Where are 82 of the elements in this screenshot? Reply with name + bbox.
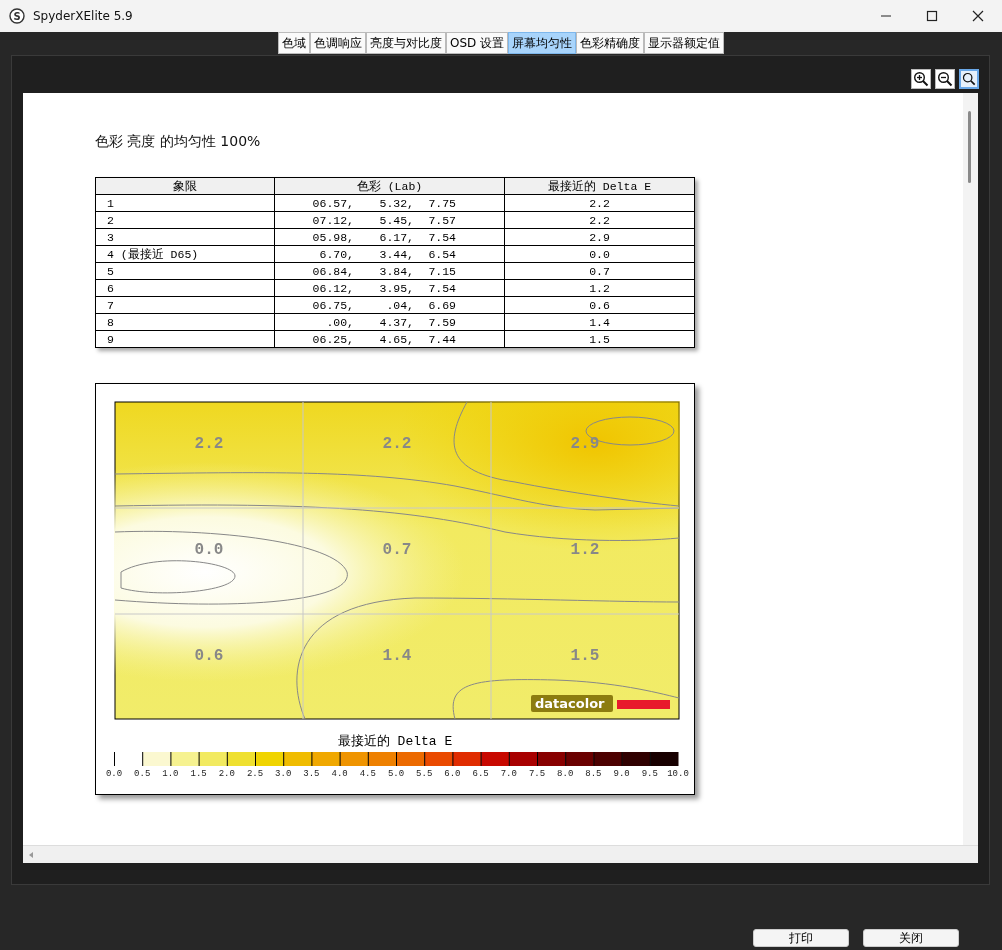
table-cell: 0.7: [504, 262, 695, 280]
zoom-fit-button[interactable]: [959, 69, 979, 89]
table-cell: 06.75, .04, 6.69: [274, 296, 505, 314]
table-cell: 0.6: [504, 296, 695, 314]
table-cell: .00, 4.37, 7.59: [274, 313, 505, 331]
column-header: 象限: [95, 177, 275, 195]
scale-label: 7.5: [528, 769, 546, 779]
zoom-out-button[interactable]: [935, 69, 955, 89]
cell-value: 0.7: [382, 541, 412, 559]
table-cell: 7: [95, 296, 275, 314]
tab[interactable]: OSD 设置: [445, 32, 509, 54]
column-header: 最接近的 Delta E: [504, 177, 695, 195]
cell-value: 1.5: [570, 647, 600, 665]
table-cell: 6.70, 3.44, 6.54: [274, 245, 505, 263]
logo: datacolor: [531, 695, 613, 712]
table-cell: 0.0: [504, 245, 695, 263]
scale-label: 1.0: [162, 769, 179, 779]
table-cell: 2.2: [504, 211, 695, 229]
table-cell: 06.57, 5.32, 7.75: [274, 194, 505, 212]
scale-label: 4.5: [359, 769, 376, 779]
legend-title: 最接近的 Delta E: [336, 733, 454, 750]
report-heading: 色彩 亮度 的均匀性 100%: [95, 133, 262, 151]
dialog-button[interactable]: 关闭: [863, 928, 959, 947]
horizontal-scrollbar[interactable]: [23, 845, 978, 863]
scale-label: 2.0: [218, 769, 235, 779]
table-cell: 2: [95, 211, 275, 229]
tab[interactable]: 亮度与对比度: [365, 32, 446, 54]
scale-label: 1.5: [190, 769, 207, 779]
table-cell: 07.12, 5.45, 7.57: [274, 211, 505, 229]
scale-label: 5.5: [416, 769, 433, 779]
scale-label: 3.0: [275, 769, 292, 779]
table-cell: 6: [95, 279, 275, 297]
table-cell: 8: [95, 313, 275, 331]
table-cell: 4 (最接近 D65): [95, 245, 275, 263]
scale-label: 9.5: [641, 769, 658, 779]
table-cell: 1.5: [504, 330, 695, 348]
table-cell: 1.4: [504, 313, 695, 331]
table-cell: 05.98, 6.17, 7.54: [274, 228, 505, 246]
scale-label: 8.5: [585, 769, 602, 779]
scale-label: 3.5: [303, 769, 320, 779]
cell-value: 2.9: [570, 435, 600, 453]
table-cell: 1: [95, 194, 275, 212]
table-cell: 2.9: [504, 228, 695, 246]
scale-label: 6.5: [472, 769, 489, 779]
table-cell: 06.84, 3.84, 7.15: [274, 262, 505, 280]
window-title: SpyderXElite 5.9: [33, 9, 133, 23]
cell-value: 1.2: [570, 541, 600, 559]
close-icon[interactable]: [972, 10, 984, 22]
scale-label: 5.0: [387, 769, 405, 779]
tab[interactable]: 屏幕均匀性: [508, 32, 577, 54]
tab[interactable]: 显示器额定值: [644, 32, 725, 54]
scale-label: 2.5: [246, 769, 264, 779]
app-logo-icon: S: [9, 8, 25, 24]
scale-label: 4.0: [331, 769, 348, 779]
cell-value: 1.4: [382, 647, 412, 665]
maximize-icon[interactable]: [926, 10, 938, 22]
table-cell: 5: [95, 262, 275, 280]
table-cell: 1.2: [504, 279, 695, 297]
scale-label: 6.0: [444, 769, 461, 779]
tab[interactable]: 色彩精确度: [576, 32, 645, 54]
logo-bar: [617, 700, 670, 709]
cell-value: 0.0: [194, 541, 224, 559]
cell-value: 2.2: [194, 435, 224, 453]
scale-label: 10.0: [667, 769, 689, 779]
tab[interactable]: 色域: [277, 32, 310, 54]
tab[interactable]: 色调响应: [309, 32, 366, 54]
scale-label: 9.0: [613, 769, 630, 779]
cell-value: 0.6: [194, 647, 224, 665]
table-cell: 9: [95, 330, 275, 348]
cell-value: 2.2: [382, 435, 412, 453]
table-cell: 06.25, 4.65, 7.44: [274, 330, 505, 348]
zoom-in-button[interactable]: [911, 69, 931, 89]
scale-label: 0.0: [105, 769, 123, 779]
vertical-scrollbar[interactable]: [963, 93, 978, 845]
dialog-button[interactable]: 打印: [753, 928, 849, 947]
scale-label: 7.0: [500, 769, 517, 779]
scale-label: 0.5: [134, 769, 151, 779]
table-cell: 3: [95, 228, 275, 246]
table-cell: 2.2: [504, 194, 695, 212]
table-cell: 06.12, 3.95, 7.54: [274, 279, 505, 297]
scale-label: 8.0: [557, 769, 574, 779]
column-header: 色彩 (Lab): [274, 177, 505, 195]
